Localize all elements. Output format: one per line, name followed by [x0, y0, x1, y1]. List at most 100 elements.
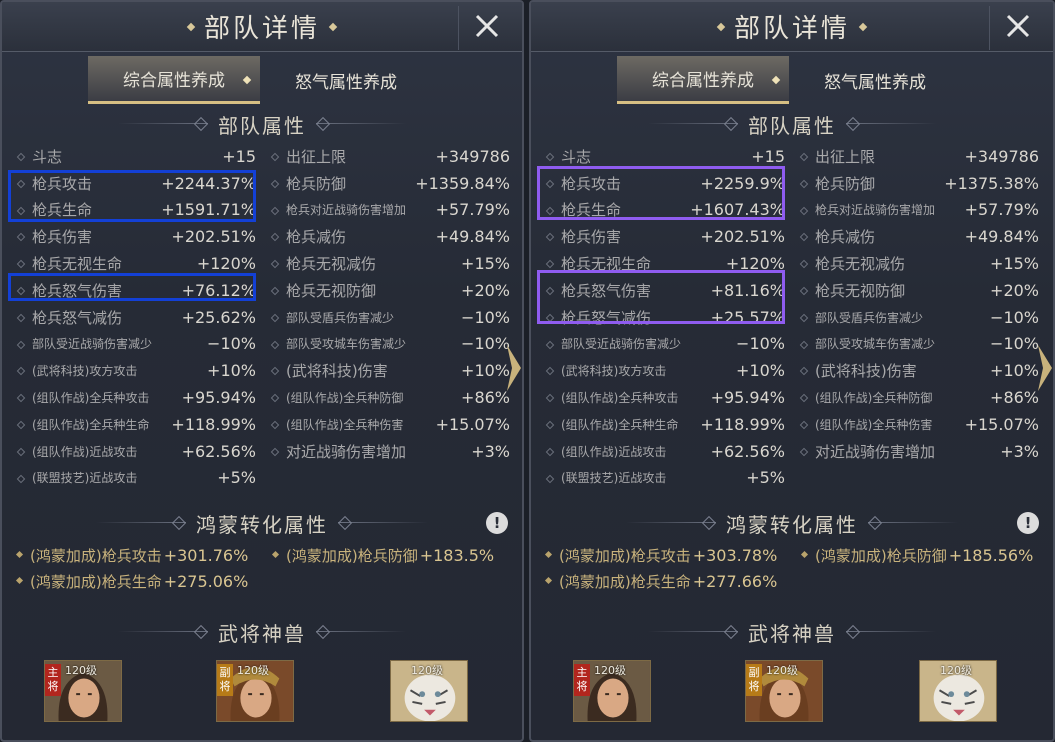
attribute-row: 枪兵生命 +1607.43% — [545, 197, 785, 224]
close-icon — [1004, 12, 1032, 44]
tab-rage-attributes[interactable]: 怒气属性养成 — [260, 56, 432, 104]
attribute-value: −10% — [990, 307, 1039, 327]
attribute-label: 枪兵减伤 — [286, 228, 347, 247]
ornament-left-icon — [648, 119, 738, 129]
panel-title: 部队详情 — [203, 14, 320, 44]
section-title-text: 部队属性 — [748, 113, 836, 138]
beast-card[interactable]: 120级 — [919, 660, 997, 722]
attribute-row: 枪兵攻击 +2259.9% — [545, 170, 785, 197]
attribute-row: (组队作战)全兵种攻击 +95.94% — [545, 384, 785, 411]
role-badge: 主将 — [574, 664, 590, 696]
attribute-value: −10% — [461, 334, 510, 354]
attribute-value: +118.99% — [700, 414, 785, 434]
beast-card[interactable]: 120级 — [390, 660, 468, 722]
attribute-label: (组队作战)全兵种伤害 — [815, 417, 933, 432]
attribute-label: 枪兵无视减伤 — [286, 255, 377, 274]
hongmeng-value: +183.5% — [419, 545, 495, 565]
hongmeng-label: (鸿蒙加成)枪兵防御 — [286, 546, 418, 565]
info-warning-icon[interactable]: ! — [486, 512, 508, 534]
level-label: 120级 — [65, 664, 97, 677]
attribute-row: 枪兵无视防御 +20% — [799, 277, 1039, 304]
attribute-row: 部队受盾兵伤害减少 −10% — [270, 304, 510, 331]
attribute-row: 枪兵无视生命 +120% — [545, 250, 785, 277]
hongmeng-row: (鸿蒙加成)枪兵攻击 +303.78% — [545, 542, 777, 568]
general-card[interactable]: 主将 120级 — [573, 660, 651, 722]
attribute-value: +25.62% — [181, 307, 256, 327]
attribute-value: +1607.43% — [690, 200, 785, 220]
attribute-row: (组队作战)全兵种生命 +118.99% — [545, 411, 785, 438]
attribute-row: 出征上限 +349786 — [799, 143, 1039, 170]
attribute-label: (武将科技)伤害 — [286, 362, 388, 381]
attribute-label: 枪兵对近战骑伤害增加 — [286, 203, 407, 218]
info-warning-icon[interactable]: ! — [1017, 512, 1039, 534]
attribute-row: 枪兵无视防御 +20% — [270, 277, 510, 304]
level-label: 120级 — [237, 664, 269, 677]
attribute-label: (组队作战)全兵种攻击 — [32, 391, 150, 406]
troop-detail-panel-left: 部队详情 综合属性养成 怒气属性养成 部队属性 斗志 +15 枪兵攻击 +2244.37% 枪兵… — [0, 0, 524, 742]
general-card[interactable]: 副将 120级 — [745, 660, 823, 722]
attribute-value: +15% — [461, 254, 510, 274]
title-bar: 部队详情 — [531, 2, 1053, 52]
section-hongmeng: 鸿蒙转化属性 — [2, 509, 522, 537]
role-badge: 副将 — [217, 664, 233, 696]
hongmeng-label: (鸿蒙加成)枪兵攻击 — [559, 546, 691, 565]
attribute-label: (组队作战)全兵种生命 — [32, 417, 150, 432]
ornament-right-icon — [846, 627, 936, 637]
attribute-label: 枪兵怒气伤害 — [32, 281, 123, 300]
attribute-row: (组队作战)全兵种攻击 +95.94% — [16, 384, 256, 411]
attribute-label: (武将科技)攻方攻击 — [561, 364, 667, 379]
attribute-label: 枪兵对近战骑伤害增加 — [815, 203, 936, 218]
diamond-icon — [858, 22, 868, 31]
attribute-label: 枪兵伤害 — [32, 228, 93, 247]
general-card[interactable]: 副将 120级 — [216, 660, 294, 722]
tab-rage-attributes[interactable]: 怒气属性养成 — [789, 56, 961, 104]
attribute-label: (组队作战)近战攻击 — [32, 444, 138, 459]
hongmeng-value: +303.78% — [692, 545, 778, 565]
attribute-value: +20% — [461, 280, 510, 300]
section-title-text: 部队属性 — [218, 113, 306, 138]
attribute-label: 部队受盾兵伤害减少 — [815, 310, 924, 325]
close-button[interactable] — [989, 6, 1045, 50]
attribute-row: 枪兵怒气伤害 +76.12% — [16, 277, 256, 304]
section-troop-attributes: 部队属性 — [531, 110, 1053, 138]
attribute-value: +95.94% — [710, 388, 785, 408]
attribute-value: +15% — [990, 254, 1039, 274]
general-card[interactable]: 主将 120级 — [44, 660, 122, 722]
ornament-right-icon — [868, 518, 958, 528]
next-arrow-button[interactable] — [1035, 342, 1053, 394]
level-label: 120级 — [411, 664, 443, 677]
attribute-value: +10% — [736, 361, 785, 381]
close-icon — [473, 12, 501, 44]
hongmeng-value: +301.76% — [163, 545, 249, 565]
attribute-row: 枪兵减伤 +49.84% — [799, 223, 1039, 250]
attribute-value: +86% — [990, 388, 1039, 408]
tab-general-attributes[interactable]: 综合属性养成 — [617, 56, 789, 104]
attribute-row: (组队作战)近战攻击 +62.56% — [545, 438, 785, 465]
tab-general-attributes[interactable]: 综合属性养成 — [88, 56, 260, 104]
attribute-value: −10% — [207, 334, 256, 354]
attribute-label: 枪兵无视生命 — [561, 255, 652, 274]
attribute-label: 部队受近战骑伤害减少 — [32, 337, 153, 352]
attribute-row: (武将科技)攻方攻击 +10% — [545, 357, 785, 384]
attribute-row: (武将科技)伤害 +10% — [270, 357, 510, 384]
attribute-value: +2244.37% — [161, 173, 256, 193]
hongmeng-row: (鸿蒙加成)枪兵防御 +185.56% — [801, 542, 1033, 568]
attribute-row: (组队作战)近战攻击 +62.56% — [16, 438, 256, 465]
ornament-right-icon — [338, 518, 428, 528]
attribute-value: +49.84% — [435, 227, 510, 247]
section-hongmeng: 鸿蒙转化属性 — [531, 509, 1053, 537]
attribute-label: (组队作战)近战攻击 — [561, 444, 667, 459]
attribute-row: (武将科技)攻方攻击 +10% — [16, 357, 256, 384]
attribute-row: 斗志 +15 — [545, 143, 785, 170]
hongmeng-label: (鸿蒙加成)枪兵攻击 — [30, 546, 162, 565]
tab-bar: 综合属性养成 怒气属性养成 — [617, 56, 961, 106]
attribute-row: (联盟技艺)近战攻击 +5% — [545, 465, 785, 492]
attribute-column-2: 出征上限 +349786 枪兵防御 +1359.84% 枪兵对近战骑伤害增加 +57.79… — [270, 143, 510, 465]
attribute-row: 枪兵防御 +1375.38% — [799, 170, 1039, 197]
attribute-row: 部队受近战骑伤害减少 −10% — [16, 331, 256, 358]
next-arrow-button[interactable] — [504, 342, 522, 394]
attribute-row: (组队作战)全兵种伤害 +15.07% — [799, 411, 1039, 438]
close-button[interactable] — [458, 6, 514, 50]
attribute-label: 枪兵怒气减伤 — [561, 308, 652, 327]
ornament-left-icon — [118, 119, 208, 129]
